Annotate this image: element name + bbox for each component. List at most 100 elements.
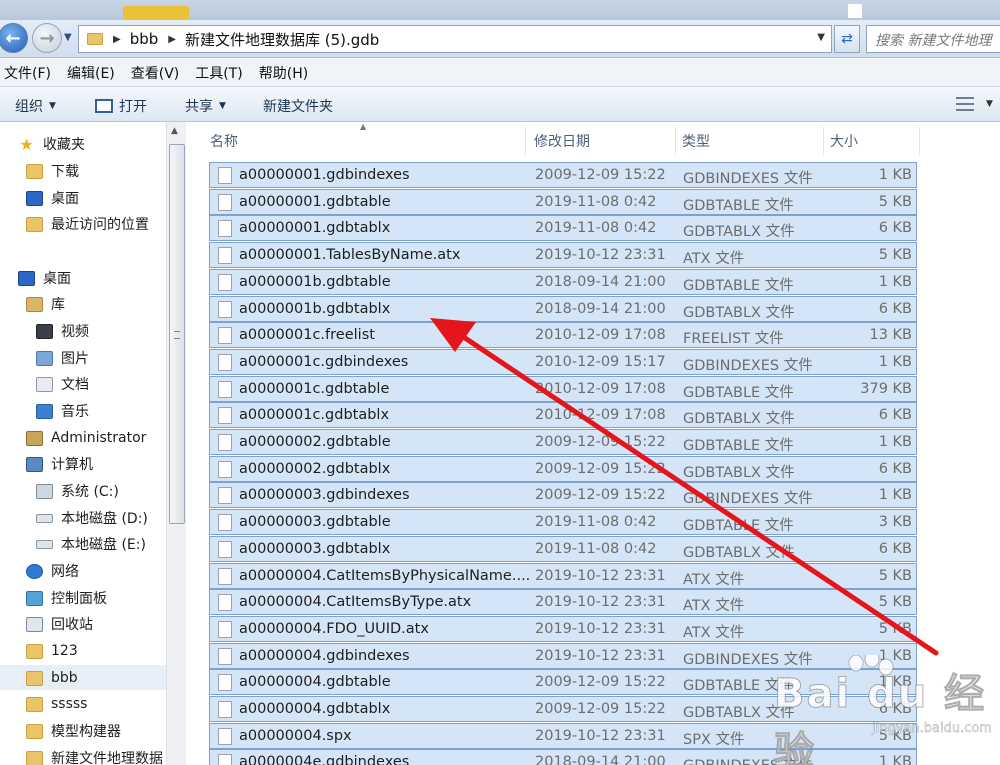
scroll-thumb[interactable] — [169, 144, 185, 524]
menu-tools[interactable]: 工具(T) — [195, 63, 242, 83]
nav-drive-d[interactable]: 本地磁盘 (D:) — [36, 507, 148, 529]
nav-pictures[interactable]: 图片 — [36, 347, 89, 369]
file-modified-date: 2019-10-12 23:31 — [535, 647, 666, 664]
organize-button[interactable]: 组织 ▼ — [15, 96, 56, 116]
scroll-up-icon[interactable]: ▲ — [171, 126, 178, 136]
file-row[interactable]: a00000004.gdbtable 2009-12-09 15:22 GDBTAB… — [209, 669, 917, 696]
nav-desktop-favorite[interactable]: 桌面 — [26, 187, 79, 209]
file-row[interactable]: a0000001b.gdbtablx 2018-09-14 21:00 GDBTAB… — [209, 295, 917, 322]
new-folder-button[interactable]: 新建文件夹 — [263, 96, 333, 116]
nav-network[interactable]: 网络 — [26, 560, 79, 582]
menu-view[interactable]: 查看(V) — [131, 63, 180, 83]
view-options-icon[interactable] — [956, 97, 974, 111]
address-bar[interactable]: ▶ bbb ▶ 新建文件地理数据库 (5).gdb ▼ — [78, 25, 832, 53]
file-row[interactable]: a00000001.gdbtable 2019-11-08 0:42 GDBTABL… — [209, 188, 917, 215]
file-row[interactable]: a00000002.gdbtablx 2009-12-09 15:22 GDBTAB… — [209, 455, 917, 482]
column-header-type[interactable]: 类型 — [678, 127, 824, 155]
file-row[interactable]: a00000001.gdbtablx 2019-11-08 0:42 GDBTABL… — [209, 215, 917, 242]
nav-favorites[interactable]: ★ 收藏夹 — [18, 133, 85, 155]
file-size: 6 KB — [878, 460, 912, 477]
file-row[interactable]: a0000001b.gdbtable 2018-09-14 21:00 GDBTAB… — [209, 268, 917, 295]
file-row[interactable]: a00000004.gdbtablx 2009-12-09 15:22 GDBTAB… — [209, 696, 917, 722]
nav-music[interactable]: 音乐 — [36, 400, 89, 422]
folder-icon — [87, 33, 103, 45]
file-row[interactable]: a00000002.gdbtable 2009-12-09 15:22 GDBTAB… — [209, 429, 917, 455]
file-list: ▲ 名称 修改日期 类型 大小 a00000001.gdbindexes 2009… — [188, 122, 1000, 765]
file-row[interactable]: a0000001c.gdbtable 2010-12-09 17:08 GDBTAB… — [209, 375, 917, 402]
window-icon — [95, 99, 113, 113]
video-library-icon — [36, 323, 53, 339]
file-name: a0000004e.gdbindexes — [239, 754, 410, 765]
file-row[interactable]: a00000003.gdbtable 2019-11-08 0:42 GDBTABL… — [209, 509, 917, 536]
file-type: GDBTABLE 文件 — [683, 197, 794, 214]
nav-drive-c[interactable]: 系统 (C:) — [36, 480, 119, 502]
forward-button[interactable]: → — [32, 23, 62, 53]
file-modified-date: 2019-11-08 0:42 — [535, 540, 657, 557]
nav-selection-highlight — [0, 665, 166, 690]
chevron-down-icon[interactable]: ▼ — [986, 99, 993, 109]
file-name: a0000001c.gdbtablx — [239, 407, 390, 424]
chevron-right-icon[interactable]: ▶ — [113, 34, 121, 45]
nav-folder-bbb[interactable]: bbb — [26, 667, 78, 689]
nav-documents[interactable]: 文档 — [36, 373, 89, 395]
nav-folder-new-gdb[interactable]: 新建文件地理数据 — [26, 747, 163, 765]
nav-recycle-bin[interactable]: 回收站 — [26, 613, 93, 635]
file-name: a00000004.spx — [239, 727, 352, 744]
nav-desktop[interactable]: 桌面 — [18, 267, 71, 289]
file-row[interactable]: a00000004.FDO_UUID.atx 2019-10-12 23:31 AT… — [209, 615, 917, 642]
nav-folder-model-builder[interactable]: 模型构建器 — [26, 720, 121, 742]
chevron-right-icon[interactable]: ▶ — [168, 34, 176, 45]
file-row[interactable]: a00000003.gdbtablx 2019-11-08 0:42 GDBTABL… — [209, 535, 917, 562]
address-dropdown-icon[interactable]: ▼ — [817, 32, 825, 43]
menu-help[interactable]: 帮助(H) — [259, 63, 308, 83]
file-row[interactable]: a00000004.CatItemsByType.atx 2019-10-12 2… — [209, 589, 917, 616]
file-modified-date: 2009-12-09 15:22 — [535, 167, 666, 183]
menu-edit[interactable]: 编辑(E) — [67, 63, 115, 83]
refresh-button[interactable]: ⇄ — [834, 25, 860, 53]
back-button[interactable]: ← — [0, 23, 28, 53]
file-row[interactable]: a0000001c.freelist 2010-12-09 17:08 FREELI… — [209, 322, 917, 349]
file-type: GDBTABLE 文件 — [683, 277, 794, 294]
share-label: 共享 — [185, 99, 213, 115]
file-size: 6 KB — [878, 701, 912, 717]
file-row[interactable]: a00000001.gdbindexes 2009-12-09 15:22 GDBI… — [209, 162, 917, 188]
file-name: a00000002.gdbtable — [239, 434, 391, 450]
nav-administrator[interactable]: Administrator — [26, 427, 146, 449]
file-row[interactable]: a0000004e.gdbindexes 2018-09-14 21:00 GDBI… — [209, 749, 917, 765]
file-row[interactable]: a00000001.TablesByName.atx 2019-10-12 23:… — [209, 242, 917, 269]
file-icon — [218, 407, 232, 425]
file-row[interactable]: a0000001c.gdbtablx 2010-12-09 17:08 GDBTAB… — [209, 402, 917, 429]
nav-drive-e[interactable]: 本地磁盘 (E:) — [36, 533, 146, 555]
file-row[interactable]: a00000004.CatItemsByPhysicalName.... 2019… — [209, 562, 917, 589]
file-size: 1 KB — [878, 647, 912, 664]
file-icon — [218, 674, 232, 692]
nav-downloads[interactable]: 下载 — [26, 160, 79, 182]
file-icon — [218, 620, 232, 638]
nav-control-panel[interactable]: 控制面板 — [26, 587, 107, 609]
navigation-pane: ★ 收藏夹 下载 桌面 最近访问的位置 桌面 库 视频 图片 文档 音乐 Admi… — [0, 122, 188, 765]
file-row[interactable]: a0000001c.gdbindexes 2010-12-09 15:17 GDBI… — [209, 348, 917, 375]
file-row[interactable]: a00000003.gdbindexes 2009-12-09 15:22 GDBI… — [209, 482, 917, 509]
organize-label: 组织 — [15, 99, 43, 115]
share-button[interactable]: 共享 ▼ — [185, 96, 226, 116]
breadcrumb-bbb[interactable]: bbb — [130, 30, 159, 48]
column-header-modified[interactable]: 修改日期 — [530, 127, 676, 155]
nav-folder-123[interactable]: 123 — [26, 640, 78, 662]
nav-libraries[interactable]: 库 — [26, 293, 65, 315]
navigation-scrollbar[interactable]: ▲ — [166, 122, 186, 765]
file-icon — [218, 327, 232, 345]
nav-videos[interactable]: 视频 — [36, 320, 89, 342]
recent-pages-dropdown[interactable]: ▼ — [64, 32, 72, 43]
file-row[interactable]: a00000004.spx 2019-10-12 23:31 SPX 文件 5 KB — [209, 722, 917, 749]
open-button[interactable]: 打开 — [95, 96, 147, 116]
menu-file[interactable]: 文件(F) — [4, 63, 51, 83]
nav-recent-places[interactable]: 最近访问的位置 — [26, 213, 149, 235]
breadcrumb-gdb[interactable]: 新建文件地理数据库 (5).gdb — [185, 29, 379, 50]
column-header-size[interactable]: 大小 — [826, 127, 920, 155]
column-header-name[interactable]: 名称 — [206, 127, 526, 155]
file-row[interactable]: a00000004.gdbindexes 2019-10-12 23:31 GDBI… — [209, 642, 917, 669]
nav-folder-sssss[interactable]: sssss — [26, 693, 87, 715]
file-modified-date: 2019-10-12 23:31 — [535, 247, 666, 264]
search-input[interactable]: 搜索 新建文件地理 — [866, 25, 1000, 53]
nav-computer[interactable]: 计算机 — [26, 453, 93, 475]
